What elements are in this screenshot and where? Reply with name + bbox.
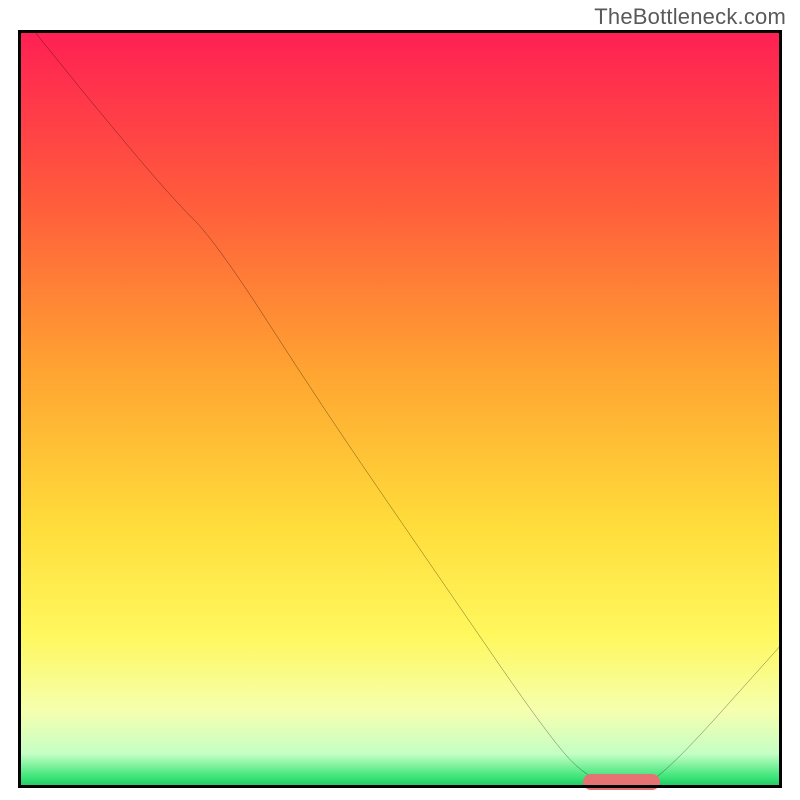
highlight-marker [583, 774, 659, 790]
watermark-text: TheBottleneck.com [594, 4, 786, 30]
gradient-fill [18, 30, 782, 788]
chart-plot-area [18, 30, 782, 788]
